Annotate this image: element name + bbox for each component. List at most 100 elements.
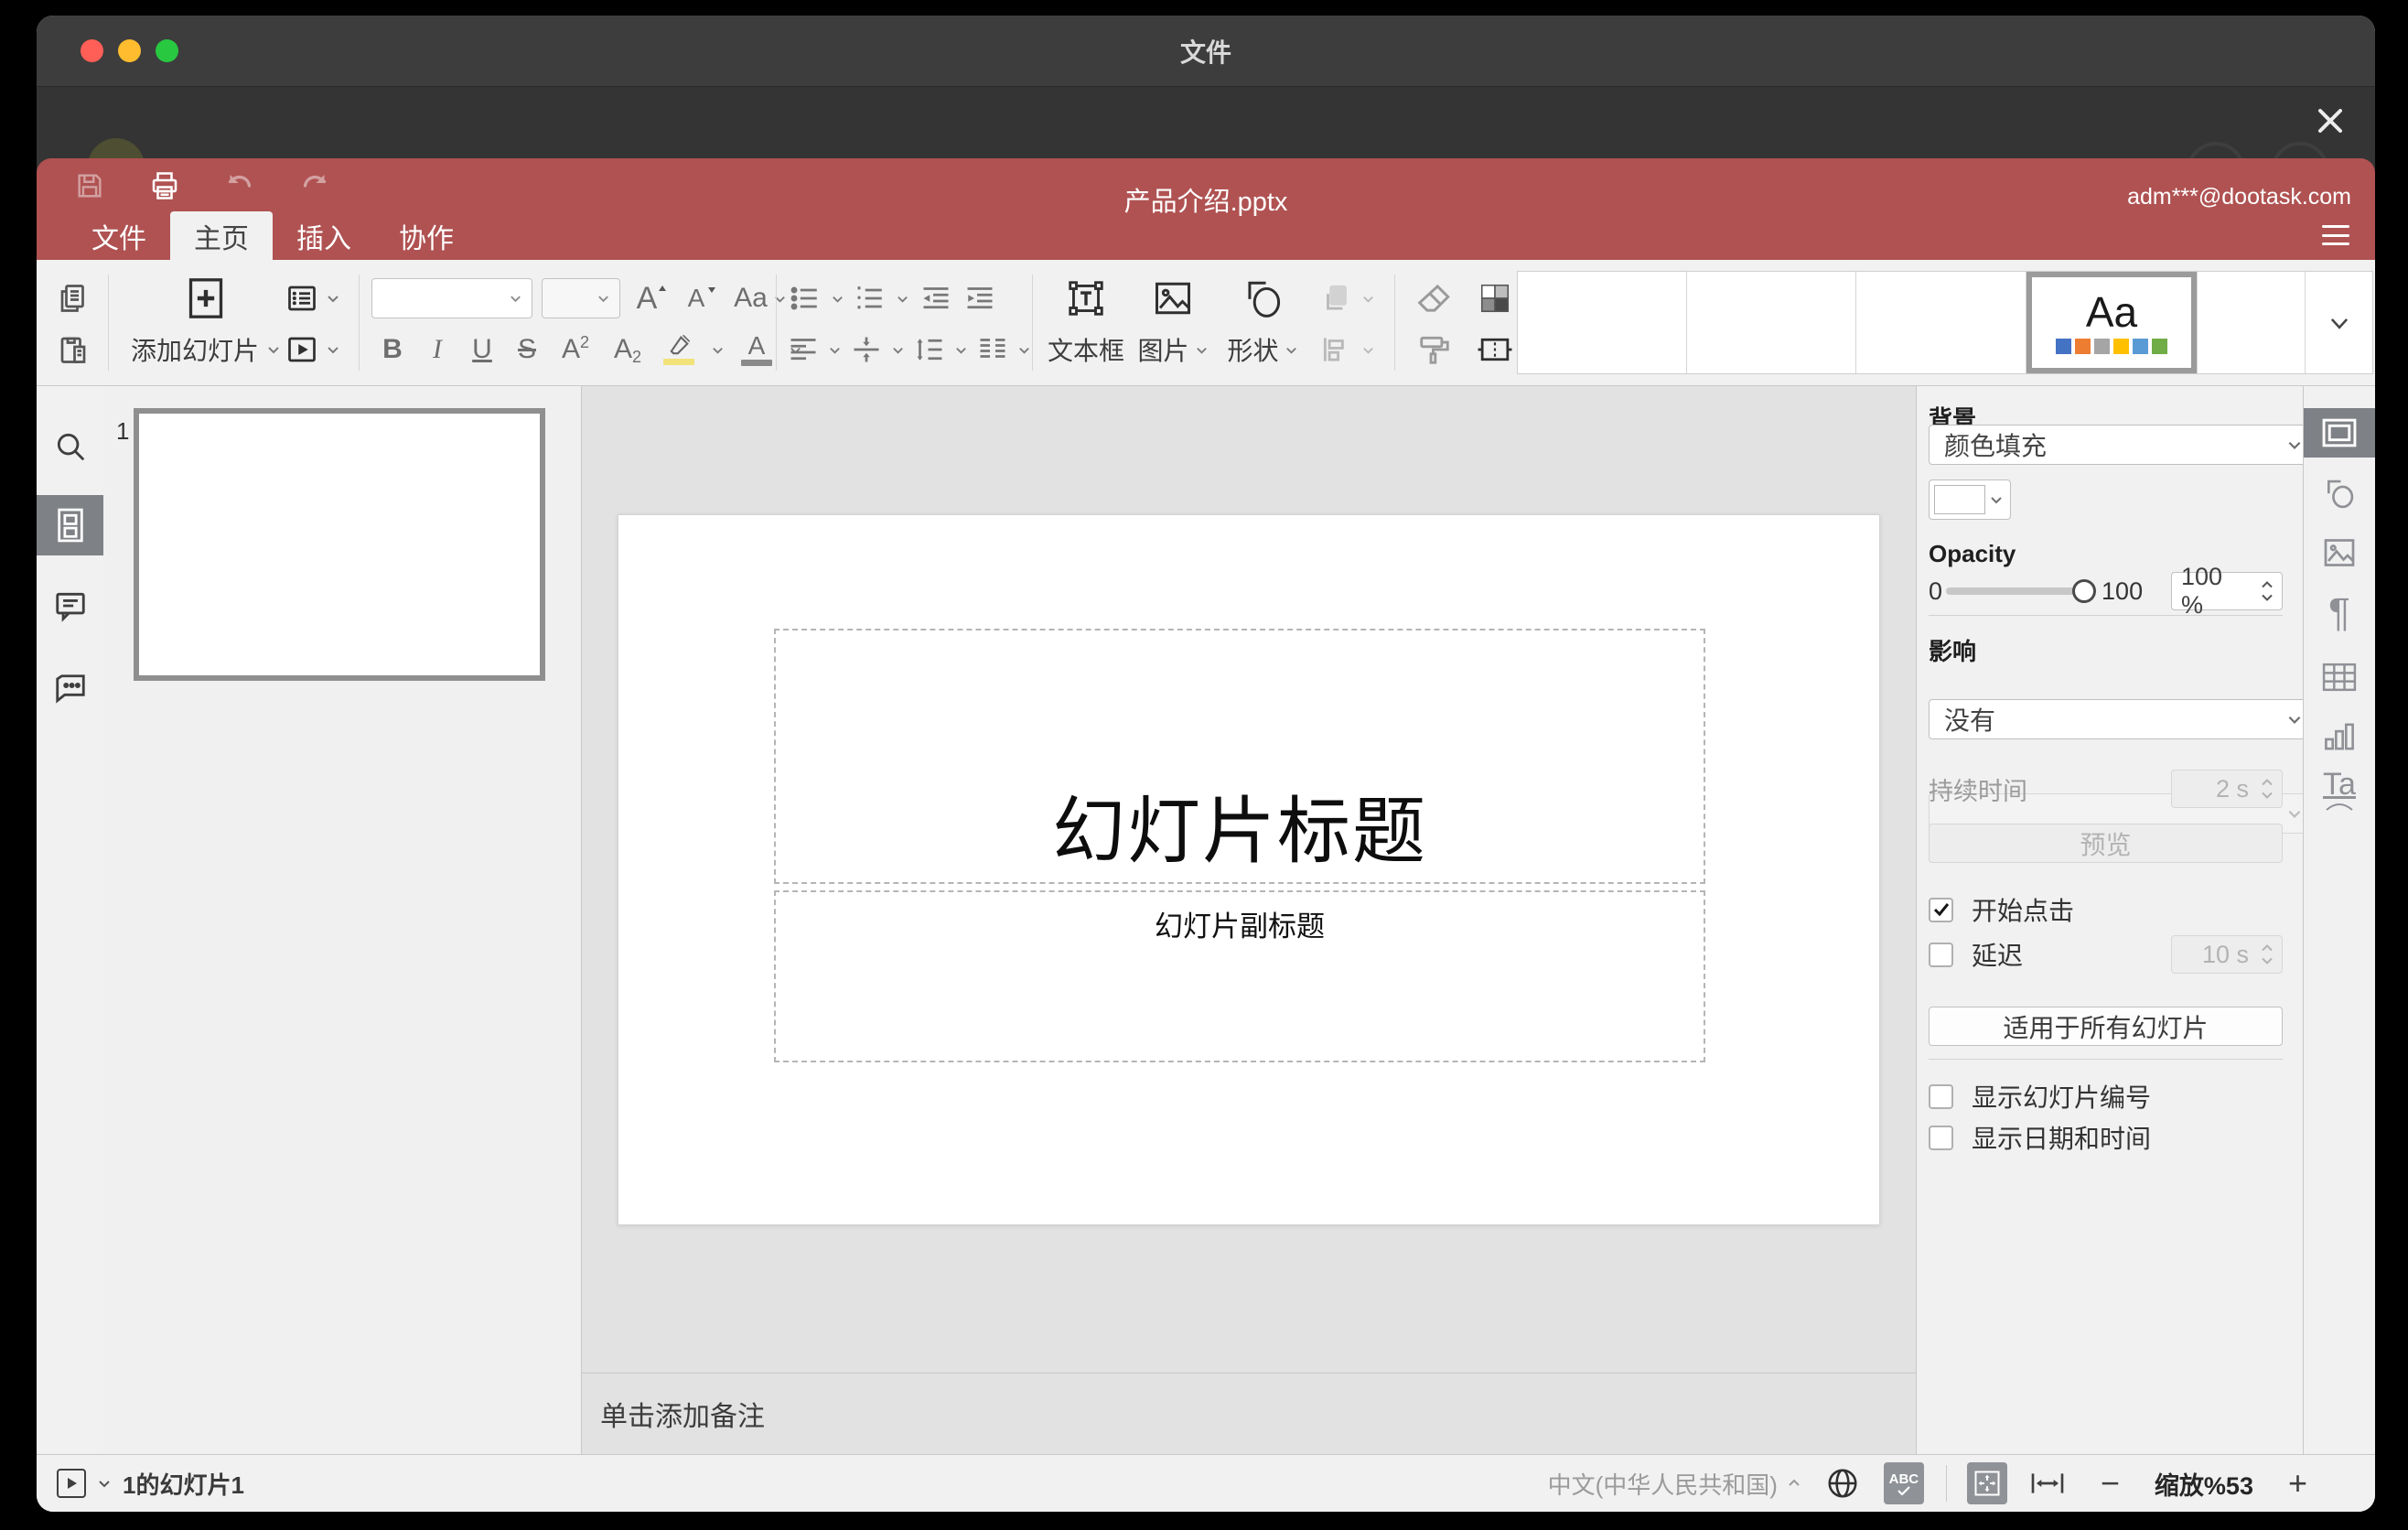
close-traffic-light-icon[interactable] [81,39,103,62]
duration-spinner[interactable]: 2 s [2171,770,2283,808]
theme-thumbnail[interactable] [1518,272,1687,373]
tab-file[interactable]: 文件 [68,211,170,260]
tab-insert[interactable]: 插入 [273,211,375,260]
bullets-chevron-icon[interactable] [831,292,844,306]
slide-thumbnail[interactable] [134,408,545,681]
effect-select[interactable]: 没有 [1929,699,2315,739]
chat-icon[interactable] [37,663,103,715]
bold-icon[interactable]: B [377,334,408,365]
align-icon[interactable] [787,333,820,366]
fill-type-select[interactable]: 颜色填充 [1929,425,2315,465]
highlight-icon[interactable] [661,334,697,365]
opacity-slider-knob[interactable] [2072,579,2097,603]
slide-canvas[interactable]: 幻灯片标题 幻灯片副标题 [618,514,1880,1225]
language-selector[interactable]: 中文(中华人民共和国) [1548,1467,1778,1501]
bullets-icon[interactable] [789,282,822,315]
theme-thumbnail-selected[interactable]: Aa [2026,272,2198,373]
indent-icon[interactable] [962,282,997,315]
play-chevron-icon[interactable] [97,1476,112,1491]
slideshow-button[interactable] [276,326,349,373]
table-settings-icon[interactable] [2304,653,2375,701]
columns-icon[interactable] [976,333,1009,366]
textart-settings-icon[interactable]: Ta [2304,765,2375,813]
title-placeholder[interactable]: 幻灯片标题 [774,629,1705,884]
copy-button[interactable] [53,275,93,322]
tab-home[interactable]: 主页 [170,211,273,260]
shape-icon[interactable] [1219,275,1306,322]
opacity-slider[interactable] [1946,579,2097,603]
arrange-icon[interactable] [1310,275,1383,322]
text-box-icon[interactable] [1045,275,1127,322]
italic-icon[interactable]: I [422,334,453,365]
menu-icon[interactable] [2322,225,2349,245]
columns-chevron-icon[interactable] [1017,343,1031,357]
subtitle-placeholder[interactable]: 幻灯片副标题 [774,890,1705,1062]
opacity-value-spinner[interactable]: 100 % [2171,563,2283,619]
maximize-traffic-light-icon[interactable] [156,39,178,62]
image-button[interactable]: 图片 [1131,326,1215,373]
globe-icon[interactable] [1825,1466,1860,1501]
theme-thumbnail[interactable] [1687,272,1856,373]
add-slide-icon[interactable] [128,275,284,322]
start-on-click-checkbox[interactable] [1929,897,1953,922]
delay-spinner[interactable]: 10 s [2171,935,2283,974]
chart-settings-icon[interactable] [2304,713,2375,760]
theme-thumbnail[interactable] [1856,272,2026,373]
search-icon[interactable] [37,423,103,470]
save-icon[interactable] [73,169,106,202]
theme-thumbnail[interactable] [2198,272,2306,373]
font-size-combo[interactable] [542,278,620,318]
zoom-out-icon[interactable]: − [2101,1467,2120,1500]
show-slide-number-checkbox[interactable] [1929,1083,1953,1109]
fit-slide-icon[interactable] [1966,1462,2007,1504]
slides-panel-tab-icon[interactable] [37,495,103,555]
font-decrease-icon[interactable]: A [679,284,719,313]
play-icon[interactable] [57,1469,86,1498]
change-case-icon[interactable]: Aa [728,283,792,314]
font-name-combo[interactable] [371,278,532,318]
superscript-icon[interactable]: A2 [556,333,595,365]
text-box-button[interactable]: 文本框 [1045,326,1127,373]
slide-settings-icon[interactable] [2304,408,2375,458]
undo-icon[interactable] [223,169,256,202]
comments-icon[interactable] [37,580,103,631]
shape-button[interactable]: 形状 [1219,326,1306,373]
strikethrough-icon[interactable]: S [511,334,543,365]
show-date-time-checkbox[interactable] [1929,1125,1953,1150]
valign-icon[interactable] [850,333,883,366]
add-slide-button[interactable]: 添加幻灯片 [128,326,284,373]
preview-button[interactable]: 预览 [1929,824,2283,863]
paragraph-settings-icon[interactable]: ¶ [2304,589,2375,637]
paste-button[interactable] [53,326,93,373]
fit-width-icon[interactable] [2029,1469,2066,1498]
slide-layout-button[interactable] [276,275,349,322]
align-chevron-icon[interactable] [828,343,842,357]
language-caret-icon[interactable] [1787,1476,1801,1491]
paint-roller-icon[interactable] [1407,326,1462,373]
font-increase-icon[interactable]: A [629,281,670,317]
underline-icon[interactable]: U [467,334,498,365]
image-icon[interactable] [1131,275,1215,322]
shape-align-icon[interactable] [1310,326,1383,373]
numbering-icon[interactable] [854,282,887,315]
gallery-expand-icon[interactable] [2306,272,2372,373]
outdent-icon[interactable] [919,282,953,315]
fill-color-swatch[interactable] [1929,479,2011,520]
print-icon[interactable] [148,169,181,202]
image-settings-icon[interactable] [2304,529,2375,576]
font-color-icon[interactable]: A [738,333,775,366]
zoom-in-icon[interactable]: + [2288,1467,2307,1500]
notes-area[interactable]: 单击添加备注 [582,1373,1916,1454]
redo-icon[interactable] [298,169,331,202]
apply-to-all-button[interactable]: 适用于所有幻灯片 [1929,1007,2283,1046]
minimize-traffic-light-icon[interactable] [118,39,141,62]
valign-chevron-icon[interactable] [891,343,905,357]
close-icon[interactable] [2309,100,2351,142]
numbering-chevron-icon[interactable] [896,292,909,306]
shape-settings-icon[interactable] [2304,470,2375,518]
line-spacing-chevron-icon[interactable] [954,343,968,357]
highlight-chevron-icon[interactable] [711,343,725,357]
eraser-icon[interactable] [1407,275,1462,322]
delay-checkbox[interactable] [1929,942,1953,967]
tab-collaboration[interactable]: 协作 [375,211,478,260]
